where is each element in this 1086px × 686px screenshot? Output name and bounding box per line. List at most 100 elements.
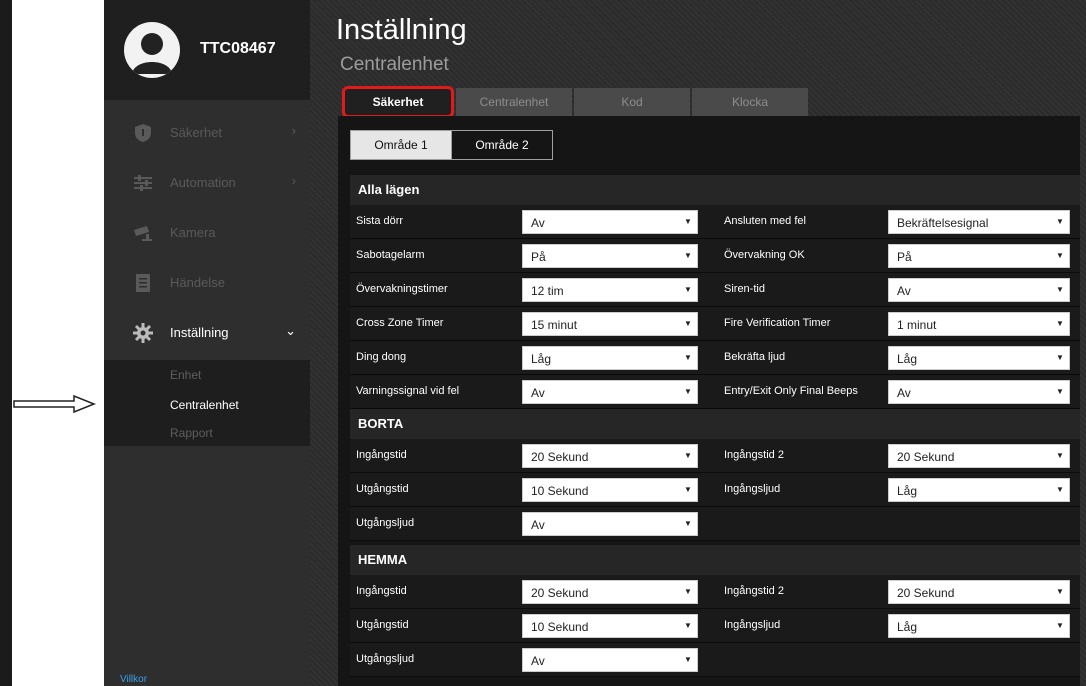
dropdown-arrow-icon[interactable]: ▼ [1051, 615, 1069, 637]
settings-row: Ingångstid 20 Sekund ▼ Ingångstid 2 20 Sekun… [350, 439, 1080, 473]
right-setting-label: Övervakning OK [724, 249, 805, 261]
dropdown-arrow-icon[interactable]: ▼ [679, 279, 697, 301]
user-icon [132, 33, 172, 74]
select-value: Av [531, 216, 545, 230]
dropdown-arrow-icon[interactable]: ▼ [1051, 581, 1069, 603]
dropdown-arrow-icon[interactable]: ▼ [1051, 211, 1069, 233]
sidebar-item-label: Inställning [170, 325, 229, 340]
tab-kod[interactable]: Kod [574, 88, 690, 116]
left-setting-label: Ingångstid [356, 585, 407, 597]
sidebar-item-handelse[interactable]: Händelse [104, 258, 310, 308]
list-icon [136, 274, 150, 292]
arrow-right-icon [13, 394, 96, 414]
settings-row: Ding dong Låg ▼ Bekräfta ljud Låg ▼ [350, 341, 1080, 375]
ingangstid-2-select[interactable]: 20 Sekund ▼ [888, 580, 1070, 604]
dropdown-arrow-icon[interactable]: ▼ [679, 513, 697, 535]
ingangstid-select[interactable]: 20 Sekund ▼ [522, 444, 698, 468]
settings-row: Sista dörr Av ▼ Ansluten med fel Bekräftelse… [350, 205, 1080, 239]
sista-dorr-select[interactable]: Av ▼ [522, 210, 698, 234]
left-setting-label: Utgångsljud [356, 517, 415, 529]
main-content: Inställning Centralenhet Säkerhet Centra… [310, 0, 1086, 686]
select-value: 20 Sekund [897, 450, 955, 464]
dropdown-arrow-icon[interactable]: ▼ [679, 313, 697, 335]
entry-exit-only-final-beeps-select[interactable]: Av ▼ [888, 380, 1070, 404]
dropdown-arrow-icon[interactable]: ▼ [1051, 479, 1069, 501]
overvakningstimer-select[interactable]: 12 tim ▼ [522, 278, 698, 302]
ingangstid-2-select[interactable]: 20 Sekund ▼ [888, 444, 1070, 468]
ansluten-med-fel-select[interactable]: Bekräftelsesignal ▼ [888, 210, 1070, 234]
utgangsljud-select[interactable]: Av ▼ [522, 648, 698, 672]
dropdown-arrow-icon[interactable]: ▼ [1051, 279, 1069, 301]
left-setting-label: Utgångsljud [356, 653, 415, 665]
dropdown-arrow-icon[interactable]: ▼ [679, 445, 697, 467]
terms-link[interactable]: Villkor [120, 674, 147, 685]
right-setting-label: Bekräfta ljud [724, 351, 786, 363]
right-setting-label: Ingångsljud [724, 619, 781, 631]
sabotagelarm-select[interactable]: På ▼ [522, 244, 698, 268]
fire-verification-timer-select[interactable]: 1 minut ▼ [888, 312, 1070, 336]
left-setting-label: Övervakningstimer [356, 283, 448, 295]
dropdown-arrow-icon[interactable]: ▼ [679, 615, 697, 637]
sidebar-item-label: Händelse [170, 275, 225, 290]
sidebar-item-automation[interactable]: Automation › [104, 158, 310, 208]
dropdown-arrow-icon[interactable]: ▼ [679, 347, 697, 369]
ingangstid-select[interactable]: 20 Sekund ▼ [522, 580, 698, 604]
left-edge-bar [0, 0, 12, 686]
dropdown-arrow-icon[interactable]: ▼ [679, 649, 697, 671]
right-setting-label: Ingångstid 2 [724, 449, 784, 461]
dropdown-arrow-icon[interactable]: ▼ [1051, 313, 1069, 335]
right-setting-label: Entry/Exit Only Final Beeps [724, 385, 858, 397]
dropdown-arrow-icon[interactable]: ▼ [1051, 445, 1069, 467]
siren-tid-select[interactable]: Av ▼ [888, 278, 1070, 302]
utgangstid-select[interactable]: 10 Sekund ▼ [522, 614, 698, 638]
submenu-item-rapport[interactable]: Rapport [170, 426, 213, 440]
utgangstid-select[interactable]: 10 Sekund ▼ [522, 478, 698, 502]
submenu-item-centralenhet[interactable]: Centralenhet [170, 398, 239, 412]
dropdown-arrow-icon[interactable]: ▼ [679, 245, 697, 267]
dropdown-arrow-icon[interactable]: ▼ [679, 479, 697, 501]
select-value: 20 Sekund [531, 450, 589, 464]
select-value: Låg [897, 484, 918, 498]
select-value: På [531, 250, 546, 264]
tab-sakerhet[interactable]: Säkerhet [342, 86, 454, 118]
ingangsljud-select[interactable]: Låg ▼ [888, 478, 1070, 502]
left-setting-label: Sista dörr [356, 215, 404, 227]
select-value: Av [531, 654, 545, 668]
settings-row: Ingångstid 20 Sekund ▼ Ingångstid 2 20 Sekun… [350, 575, 1080, 609]
left-setting-label: Ingångstid [356, 449, 407, 461]
utgangsljud-select[interactable]: Av ▼ [522, 512, 698, 536]
chevron-right-icon: › [291, 173, 296, 188]
dropdown-arrow-icon[interactable]: ▼ [1051, 245, 1069, 267]
ding-dong-select[interactable]: Låg ▼ [522, 346, 698, 370]
cross-zone-timer-select[interactable]: 15 minut ▼ [522, 312, 698, 336]
dropdown-arrow-icon[interactable]: ▼ [679, 211, 697, 233]
right-setting-label: Ingångstid 2 [724, 585, 784, 597]
area-2-button[interactable]: Område 2 [451, 130, 553, 160]
sidebar-item-installning[interactable]: Inställning ⌄ [104, 308, 310, 358]
dropdown-arrow-icon[interactable]: ▼ [1051, 347, 1069, 369]
select-value: 10 Sekund [531, 620, 589, 634]
select-value: Av [531, 518, 545, 532]
sidebar-item-sakerhet[interactable]: Säkerhet › [104, 108, 310, 158]
chevron-right-icon: › [291, 123, 296, 138]
avatar[interactable] [124, 22, 180, 78]
left-setting-label: Sabotagelarm [356, 249, 425, 261]
area-1-button[interactable]: Område 1 [350, 130, 452, 160]
select-value: 12 tim [531, 284, 564, 298]
settings-row: Utgångsljud Av ▼ [350, 643, 1080, 677]
dropdown-arrow-icon[interactable]: ▼ [1051, 381, 1069, 403]
dropdown-arrow-icon[interactable]: ▼ [679, 581, 697, 603]
bekrafta-ljud-select[interactable]: Låg ▼ [888, 346, 1070, 370]
overvakning-ok-select[interactable]: På ▼ [888, 244, 1070, 268]
select-value: Av [897, 386, 911, 400]
section-header-alla: Alla lägen [350, 175, 1080, 205]
sidebar-item-kamera[interactable]: Kamera [104, 208, 310, 258]
submenu-item-enhet[interactable]: Enhet [170, 368, 201, 382]
varningssignal-vid-fel-select[interactable]: Av ▼ [522, 380, 698, 404]
select-value: Låg [897, 620, 918, 634]
tab-centralenhet[interactable]: Centralenhet [456, 88, 572, 116]
ingangsljud-select[interactable]: Låg ▼ [888, 614, 1070, 638]
tab-klocka[interactable]: Klocka [692, 88, 808, 116]
dropdown-arrow-icon[interactable]: ▼ [679, 381, 697, 403]
select-value: Av [897, 284, 911, 298]
